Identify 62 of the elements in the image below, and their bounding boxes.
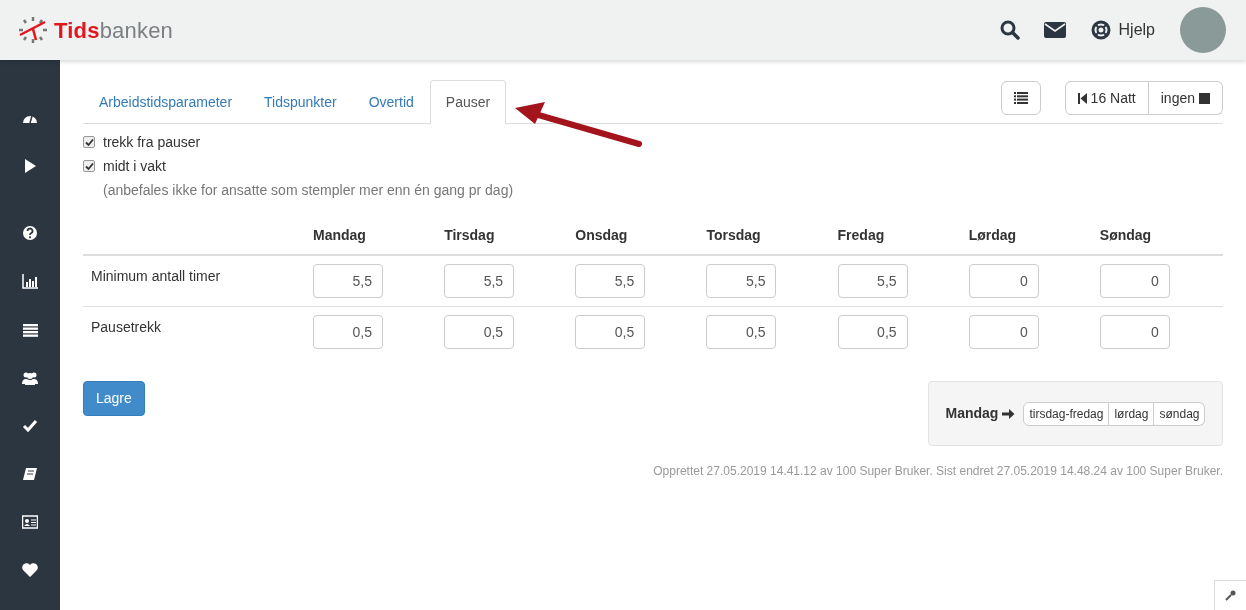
number-input[interactable]: 5,5 [706,264,777,298]
save-button[interactable]: Lagre [83,381,145,416]
option-label: trekk fra pauser [103,132,201,152]
number-input[interactable]: 0 [968,315,1039,349]
checkbox[interactable] [83,160,95,172]
tab[interactable]: Pauser [429,80,507,124]
book-icon[interactable] [22,465,38,482]
column-header: Tirsdag [436,217,568,255]
number-input[interactable]: 0 [1099,264,1170,298]
play-icon[interactable] [22,158,38,175]
row-label: Minimum antall timer [83,255,305,307]
logo-text: Tidsbanken [54,16,174,45]
row-label: Pausetrekk [83,306,305,357]
list-icon [1013,92,1028,104]
number-input[interactable]: 0 [968,264,1039,298]
number-input[interactable]: 5,5 [313,264,383,298]
column-header: Søndag [1091,217,1223,255]
shift-button[interactable]: 16 Natt [1064,81,1149,115]
copy-target-button[interactable]: tirsdag-fredag [1023,401,1110,426]
list-icon[interactable] [22,321,38,338]
number-input[interactable]: 0,5 [313,315,383,349]
wrench-button[interactable] [1214,580,1246,610]
number-input[interactable]: 5,5 [837,264,908,298]
audit-text: Opprettet 27.05.2019 14.41.12 av 100 Super Bruker. Sist endret 27.05.2019 14.48.24 av 100 Super Bruker. [652,463,1223,480]
checkbox[interactable] [83,136,95,148]
avatar-photo-placeholder[interactable] [1180,7,1226,53]
number-input[interactable]: 0,5 [706,315,777,349]
copy-target-button[interactable]: søndag [1154,401,1206,426]
column-header: Onsdag [567,217,699,255]
help-link[interactable]: Hjelp [1089,17,1156,43]
number-input[interactable]: 0,5 [837,315,908,349]
wrench-icon [1225,590,1236,601]
copy-target-button[interactable]: lørdag [1109,401,1155,426]
question-icon[interactable] [22,225,38,242]
skip-back-icon [1077,92,1087,104]
lifebuoy-icon [1090,20,1111,40]
option-label: midt i vakt [103,156,166,176]
list-view-button[interactable] [1000,81,1041,115]
hint-text: (anbefales ikke for ansatte som stempler mer enn én gang pr dag) [103,181,515,200]
id-card-icon[interactable] [22,513,38,530]
color-button[interactable]: ingen [1148,81,1223,115]
column-header: Fredag [829,217,961,255]
heart-icon[interactable] [22,561,38,578]
checkmark-icon[interactable] [22,417,38,434]
number-input[interactable]: 0,5 [444,315,515,349]
number-input[interactable]: 0 [1099,315,1170,349]
number-input[interactable]: 5,5 [444,264,515,298]
search-icon[interactable] [999,20,1020,40]
number-input[interactable]: 5,5 [575,264,646,298]
copy-source-label: Mandag [945,404,999,423]
mail-icon[interactable] [1043,22,1066,38]
tab[interactable]: Arbeidstidsparameter [83,80,249,124]
tab[interactable]: Tidspunkter [248,80,353,124]
clock-logo-icon [16,15,50,45]
tab[interactable]: Overtid [352,80,430,124]
right-arrow-icon [1002,407,1016,420]
column-header: Lørdag [960,217,1092,255]
column-header: Mandag [305,217,437,255]
bar-chart-icon[interactable] [22,273,38,290]
number-input[interactable]: 0,5 [575,315,646,349]
column-header: Torsdag [698,217,830,255]
color-swatch-icon [1199,92,1210,104]
